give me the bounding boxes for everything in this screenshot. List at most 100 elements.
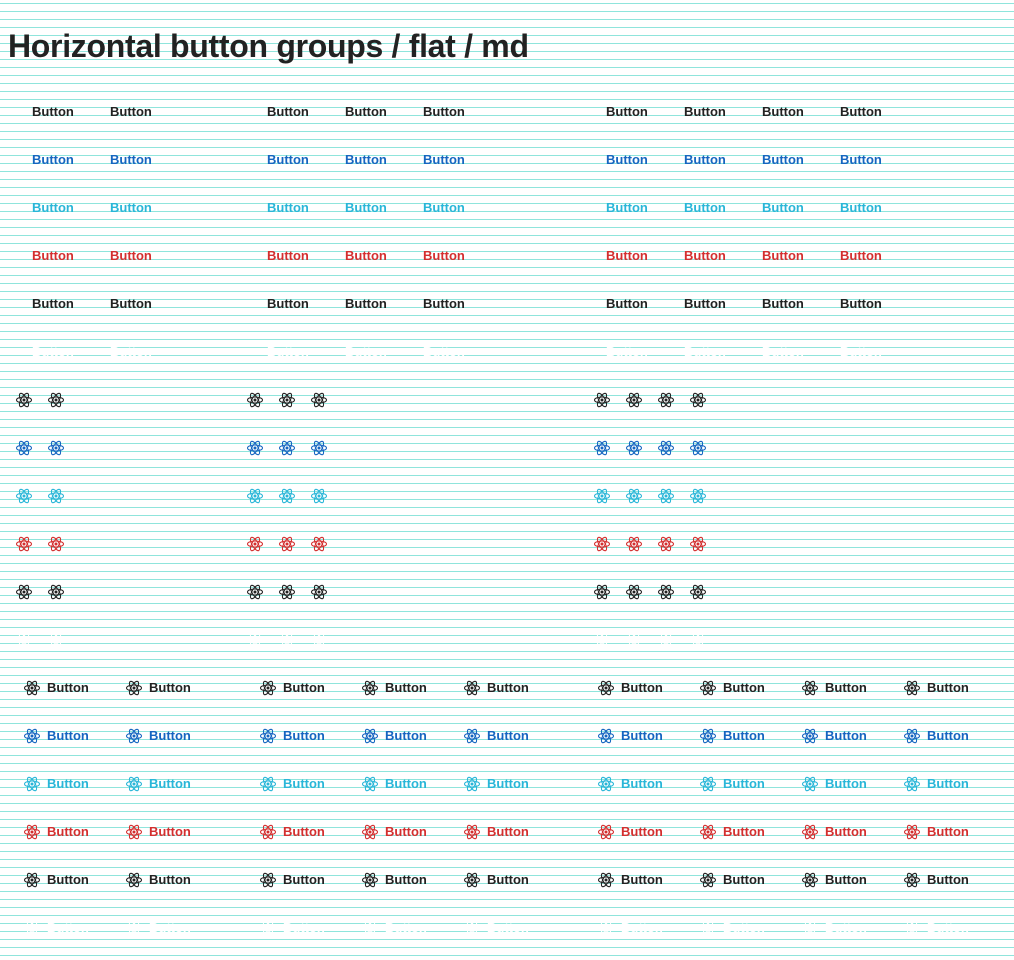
primary-text-only-button[interactable]: Button (267, 148, 309, 172)
default-text-only-button[interactable]: Button (840, 100, 882, 124)
primary-icon-only-button[interactable] (625, 436, 643, 460)
info-text-only-button[interactable]: Button (345, 196, 387, 220)
default-text-only-button[interactable]: Button (345, 100, 387, 124)
primary-icon-and-text-button[interactable]: Button (463, 724, 529, 748)
primary-text-only-button[interactable]: Button (606, 148, 648, 172)
light-text-only-button[interactable]: Button (423, 340, 465, 364)
danger-text-only-button[interactable]: Button (32, 244, 74, 268)
dark-icon-only-button[interactable] (593, 580, 611, 604)
danger-icon-and-text-button[interactable]: Button (463, 820, 529, 844)
light-icon-only-button[interactable] (310, 628, 328, 652)
light-icon-and-text-button[interactable]: Button (361, 916, 427, 940)
dark-icon-only-button[interactable] (246, 580, 264, 604)
dark-icon-and-text-button[interactable]: Button (903, 868, 969, 892)
dark-text-only-button[interactable]: Button (840, 292, 882, 316)
default-icon-and-text-button[interactable]: Button (699, 676, 765, 700)
info-text-only-button[interactable]: Button (32, 196, 74, 220)
danger-icon-and-text-button[interactable]: Button (125, 820, 191, 844)
danger-icon-and-text-button[interactable]: Button (801, 820, 867, 844)
dark-text-only-button[interactable]: Button (267, 292, 309, 316)
dark-icon-only-button[interactable] (15, 580, 33, 604)
primary-icon-and-text-button[interactable]: Button (597, 724, 663, 748)
dark-icon-only-button[interactable] (689, 580, 707, 604)
light-text-only-button[interactable]: Button (762, 340, 804, 364)
default-icon-and-text-button[interactable]: Button (125, 676, 191, 700)
light-icon-and-text-button[interactable]: Button (597, 916, 663, 940)
danger-icon-and-text-button[interactable]: Button (699, 820, 765, 844)
info-icon-only-button[interactable] (625, 484, 643, 508)
dark-text-only-button[interactable]: Button (762, 292, 804, 316)
danger-icon-and-text-button[interactable]: Button (361, 820, 427, 844)
light-icon-and-text-button[interactable]: Button (259, 916, 325, 940)
light-icon-only-button[interactable] (689, 628, 707, 652)
default-icon-only-button[interactable] (593, 388, 611, 412)
danger-icon-only-button[interactable] (593, 532, 611, 556)
primary-text-only-button[interactable]: Button (762, 148, 804, 172)
dark-icon-and-text-button[interactable]: Button (699, 868, 765, 892)
info-icon-and-text-button[interactable]: Button (801, 772, 867, 796)
default-text-only-button[interactable]: Button (606, 100, 648, 124)
default-icon-only-button[interactable] (625, 388, 643, 412)
light-text-only-button[interactable]: Button (110, 340, 152, 364)
info-icon-and-text-button[interactable]: Button (699, 772, 765, 796)
info-icon-only-button[interactable] (246, 484, 264, 508)
primary-text-only-button[interactable]: Button (840, 148, 882, 172)
danger-text-only-button[interactable]: Button (684, 244, 726, 268)
info-icon-and-text-button[interactable]: Button (125, 772, 191, 796)
danger-icon-and-text-button[interactable]: Button (597, 820, 663, 844)
info-icon-only-button[interactable] (593, 484, 611, 508)
light-icon-only-button[interactable] (47, 628, 65, 652)
info-icon-only-button[interactable] (47, 484, 65, 508)
danger-icon-only-button[interactable] (15, 532, 33, 556)
light-icon-and-text-button[interactable]: Button (801, 916, 867, 940)
info-icon-and-text-button[interactable]: Button (597, 772, 663, 796)
primary-icon-and-text-button[interactable]: Button (125, 724, 191, 748)
danger-icon-only-button[interactable] (47, 532, 65, 556)
danger-icon-and-text-button[interactable]: Button (259, 820, 325, 844)
default-icon-only-button[interactable] (15, 388, 33, 412)
default-icon-only-button[interactable] (47, 388, 65, 412)
default-icon-and-text-button[interactable]: Button (801, 676, 867, 700)
dark-icon-only-button[interactable] (310, 580, 328, 604)
default-icon-and-text-button[interactable]: Button (597, 676, 663, 700)
primary-icon-only-button[interactable] (657, 436, 675, 460)
primary-icon-only-button[interactable] (47, 436, 65, 460)
danger-icon-only-button[interactable] (625, 532, 643, 556)
default-text-only-button[interactable]: Button (684, 100, 726, 124)
danger-text-only-button[interactable]: Button (267, 244, 309, 268)
dark-text-only-button[interactable]: Button (32, 292, 74, 316)
default-icon-only-button[interactable] (657, 388, 675, 412)
info-icon-only-button[interactable] (689, 484, 707, 508)
light-text-only-button[interactable]: Button (840, 340, 882, 364)
info-icon-only-button[interactable] (278, 484, 296, 508)
primary-icon-only-button[interactable] (689, 436, 707, 460)
info-text-only-button[interactable]: Button (762, 196, 804, 220)
primary-icon-and-text-button[interactable]: Button (801, 724, 867, 748)
primary-icon-only-button[interactable] (278, 436, 296, 460)
info-icon-only-button[interactable] (657, 484, 675, 508)
dark-icon-and-text-button[interactable]: Button (597, 868, 663, 892)
primary-icon-only-button[interactable] (15, 436, 33, 460)
info-icon-and-text-button[interactable]: Button (23, 772, 89, 796)
default-icon-only-button[interactable] (278, 388, 296, 412)
default-icon-and-text-button[interactable]: Button (463, 676, 529, 700)
dark-text-only-button[interactable]: Button (684, 292, 726, 316)
info-text-only-button[interactable]: Button (684, 196, 726, 220)
dark-icon-and-text-button[interactable]: Button (361, 868, 427, 892)
info-text-only-button[interactable]: Button (110, 196, 152, 220)
light-icon-and-text-button[interactable]: Button (23, 916, 89, 940)
danger-text-only-button[interactable]: Button (423, 244, 465, 268)
primary-text-only-button[interactable]: Button (345, 148, 387, 172)
danger-text-only-button[interactable]: Button (762, 244, 804, 268)
danger-icon-only-button[interactable] (278, 532, 296, 556)
light-icon-only-button[interactable] (278, 628, 296, 652)
danger-icon-only-button[interactable] (689, 532, 707, 556)
danger-text-only-button[interactable]: Button (110, 244, 152, 268)
info-icon-only-button[interactable] (15, 484, 33, 508)
info-text-only-button[interactable]: Button (840, 196, 882, 220)
default-icon-and-text-button[interactable]: Button (259, 676, 325, 700)
primary-icon-and-text-button[interactable]: Button (699, 724, 765, 748)
danger-icon-only-button[interactable] (657, 532, 675, 556)
primary-icon-only-button[interactable] (310, 436, 328, 460)
light-icon-and-text-button[interactable]: Button (699, 916, 765, 940)
